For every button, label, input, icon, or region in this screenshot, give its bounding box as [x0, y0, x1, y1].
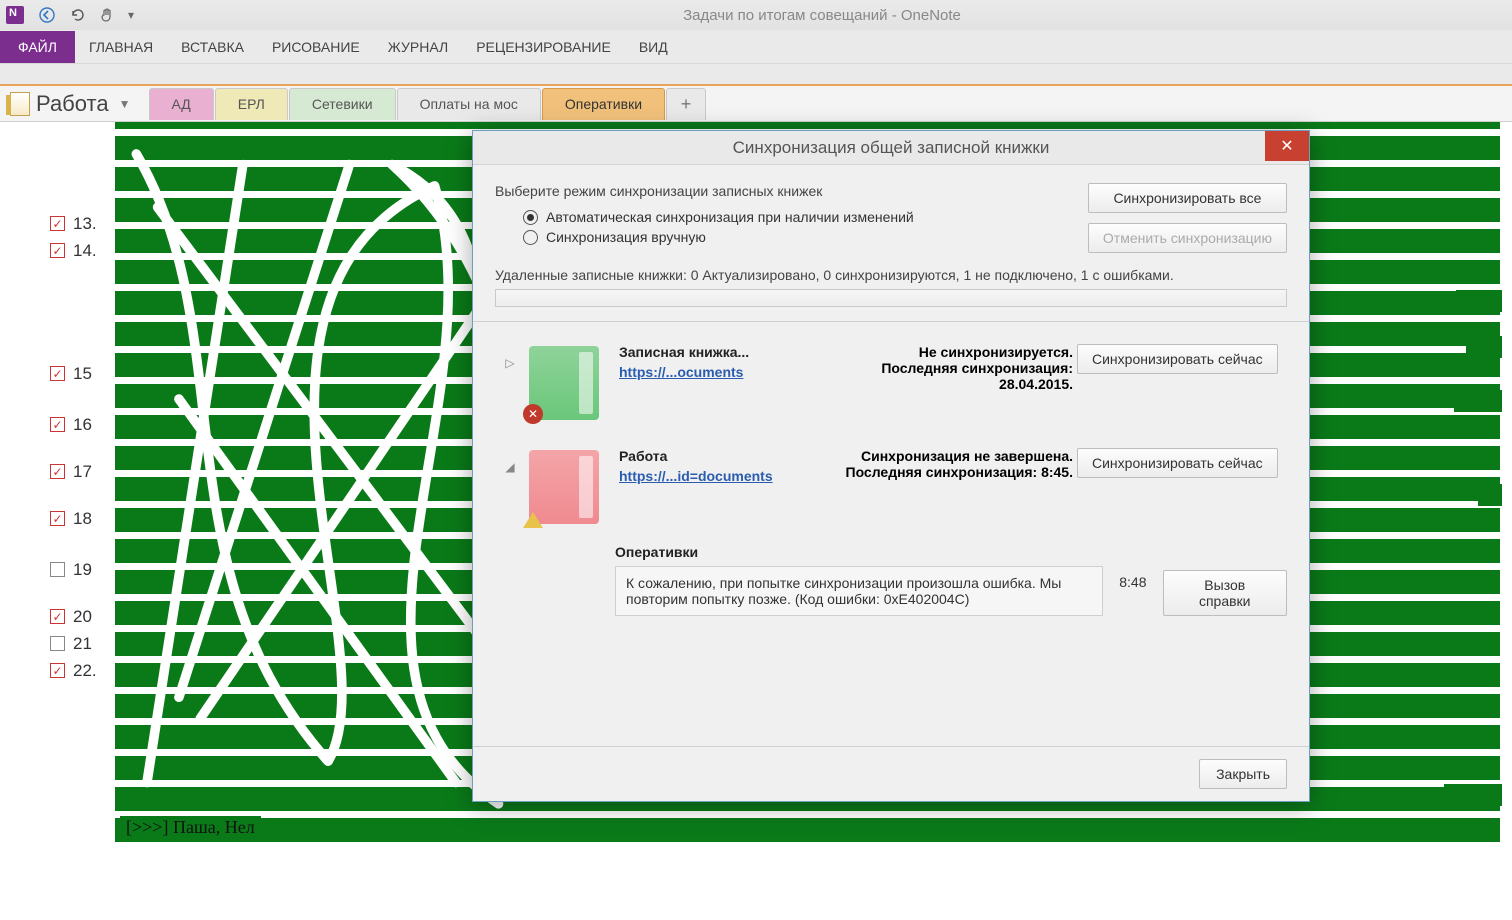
dialog-title-bar[interactable]: Синхронизация общей записной книжки ✕	[473, 131, 1309, 165]
dialog-footer: Закрыть	[473, 746, 1309, 801]
highlight-chip	[1466, 336, 1502, 358]
qat-more-button[interactable]: ▾	[124, 3, 138, 27]
section-error-block: Оперативки К сожалению, при попытке синх…	[615, 544, 1287, 616]
onenote-icon	[6, 6, 24, 24]
radio-auto-sync[interactable]: Автоматическая синхронизация при наличии…	[523, 209, 914, 225]
notebook-link[interactable]: https://...id=documents	[619, 468, 773, 484]
section-tab-ad[interactable]: АД	[149, 88, 214, 120]
radio-manual-sync[interactable]: Синхронизация вручную	[523, 229, 914, 245]
sync-mode-caption: Выберите режим синхронизации записных кн…	[495, 183, 914, 199]
line-number: 15	[73, 364, 99, 384]
sync-all-button[interactable]: Синхронизировать все	[1088, 183, 1287, 213]
sync-progress-bar	[495, 289, 1287, 307]
quick-access-toolbar: ▾	[6, 3, 138, 27]
back-button[interactable]	[34, 3, 60, 27]
visible-text-fragment: [>>>] Паша, Нел	[120, 816, 261, 839]
section-error-time: 8:48	[1119, 566, 1146, 590]
notebook-status-2: Последняя синхронизация: 8:45.	[846, 464, 1074, 480]
line-number: 14.	[73, 241, 99, 261]
ribbon-tab-file[interactable]: ФАЙЛ	[0, 31, 75, 63]
hand-icon	[99, 7, 115, 23]
undo-button[interactable]	[64, 3, 90, 27]
dialog-close-button[interactable]: ✕	[1265, 131, 1309, 161]
ribbon-tab-view[interactable]: ВИД	[625, 31, 682, 63]
help-button[interactable]: Вызов справки	[1163, 570, 1288, 616]
highlight-chip	[1478, 484, 1502, 506]
section-tab-erl[interactable]: ЕРЛ	[215, 88, 288, 120]
line-number: 21	[73, 634, 99, 654]
close-icon: ✕	[1280, 136, 1293, 156]
sync-now-button[interactable]: Синхронизировать сейчас	[1077, 448, 1278, 478]
ribbon-tab-draw[interactable]: РИСОВАНИЕ	[258, 31, 374, 63]
remote-status-line: Удаленные записные книжки: 0 Актуализиро…	[495, 267, 1287, 283]
notebook-sync-list: ▷ ✕ Записная книжка... https://...ocumen…	[495, 322, 1287, 616]
highlight-chip	[1456, 290, 1502, 312]
ribbon-tab-home[interactable]: ГЛАВНАЯ	[75, 31, 167, 63]
notebook-name: Записная книжка...	[619, 344, 819, 360]
error-badge-icon: ✕	[523, 404, 543, 424]
notebook-sync-item: ◢ Работа https://...id=documents Синхрон…	[495, 438, 1287, 542]
line-number: 19	[73, 560, 99, 580]
radio-icon	[523, 210, 538, 225]
window-title: Задачи по итогам совещаний - OneNote	[138, 7, 1506, 24]
chevron-down-icon: ▼	[119, 97, 131, 111]
radio-icon	[523, 230, 538, 245]
notebook-status-1: Синхронизация не завершена.	[846, 448, 1074, 464]
line-number: 17	[73, 462, 99, 482]
line-number: 18	[73, 509, 99, 529]
section-bar: Работа ▼ АД ЕРЛ Сетевики Оплаты на мос О…	[0, 86, 1512, 122]
ribbon-band	[0, 64, 1512, 86]
highlight-chip	[1454, 390, 1502, 412]
ribbon-tab-insert[interactable]: ВСТАВКА	[167, 31, 258, 63]
title-bar: ▾ Задачи по итогам совещаний - OneNote	[0, 0, 1512, 30]
tree-toggle[interactable]: ▷	[495, 344, 525, 370]
dialog-title: Синхронизация общей записной книжки	[733, 138, 1050, 158]
notebook-icon	[10, 92, 30, 116]
notebook-thumb-icon: ✕	[529, 346, 599, 420]
radio-manual-label: Синхронизация вручную	[546, 229, 706, 245]
ribbon-tab-review[interactable]: РЕЦЕНЗИРОВАНИЕ	[462, 31, 625, 63]
dialog-close-footer-button[interactable]: Закрыть	[1199, 759, 1287, 789]
sync-now-button[interactable]: Синхронизировать сейчас	[1077, 344, 1278, 374]
touch-mode-button[interactable]	[94, 3, 120, 27]
cancel-sync-button[interactable]: Отменить синхронизацию	[1088, 223, 1287, 253]
ribbon: ФАЙЛ ГЛАВНАЯ ВСТАВКА РИСОВАНИЕ ЖУРНАЛ РЕ…	[0, 30, 1512, 64]
section-error-message: К сожалению, при попытке синхронизации п…	[615, 566, 1103, 616]
notebook-name: Работа	[619, 448, 819, 464]
notebook-thumb-icon	[529, 450, 599, 524]
section-tab-oplaty[interactable]: Оплаты на мос	[397, 88, 541, 120]
notebook-link[interactable]: https://...ocuments	[619, 364, 743, 380]
notebook-picker[interactable]: Работа ▼	[10, 91, 131, 117]
section-error-title: Оперативки	[615, 544, 1287, 560]
notebook-status-1: Не синхронизируется.	[839, 344, 1073, 360]
ribbon-tab-journal[interactable]: ЖУРНАЛ	[374, 31, 462, 63]
undo-icon	[69, 7, 85, 23]
section-tab-operativki[interactable]: Оперативки	[542, 88, 665, 120]
highlight-chip	[1444, 784, 1502, 806]
section-tab-seteviki[interactable]: Сетевики	[289, 88, 396, 120]
notebook-status-2: Последняя синхронизация: 28.04.2015.	[839, 360, 1073, 392]
radio-auto-label: Автоматическая синхронизация при наличии…	[546, 209, 914, 225]
notebook-sync-item: ▷ ✕ Записная книжка... https://...ocumen…	[495, 334, 1287, 438]
line-number: 22.	[73, 661, 99, 681]
section-tab-add[interactable]: +	[666, 88, 706, 120]
line-number: 20	[73, 607, 99, 627]
warning-badge-icon	[523, 502, 543, 528]
tree-toggle[interactable]: ◢	[495, 448, 525, 474]
sync-dialog: Синхронизация общей записной книжки ✕ Вы…	[472, 130, 1310, 802]
line-number: 13.	[73, 214, 99, 234]
line-number: 16	[73, 415, 99, 435]
notebook-name: Работа	[36, 91, 109, 117]
back-icon	[39, 7, 55, 23]
